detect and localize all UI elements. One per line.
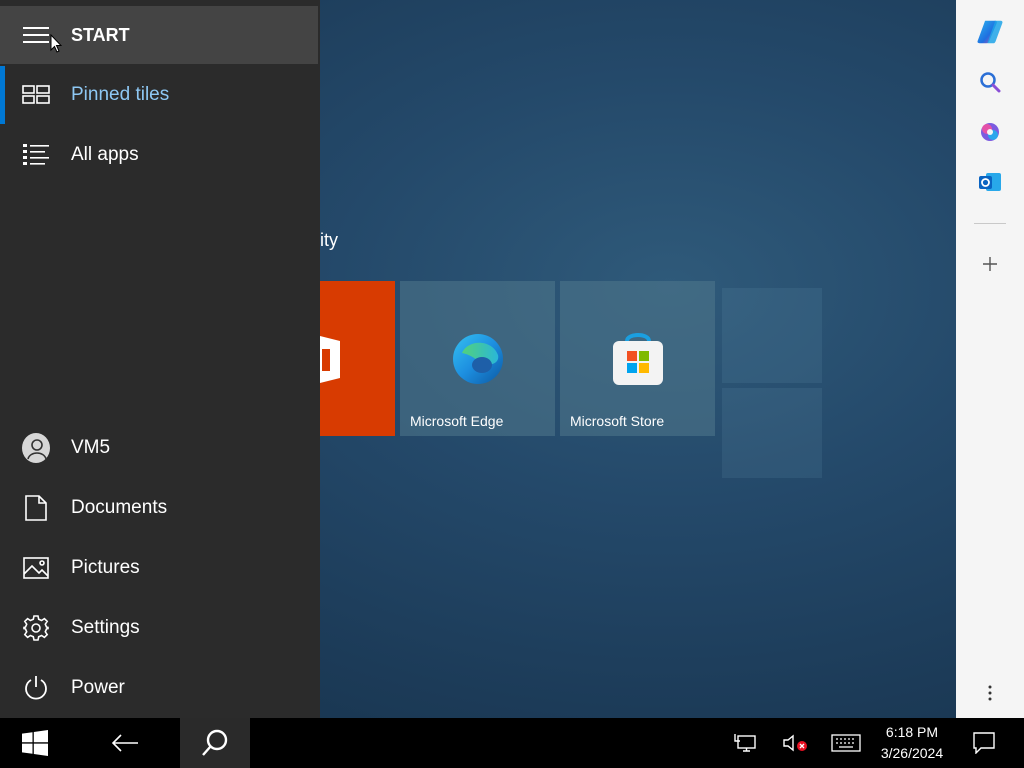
document-icon [22, 494, 50, 522]
power-label: Power [71, 677, 125, 698]
keyboard-icon [831, 734, 861, 752]
pictures-label: Pictures [71, 557, 140, 578]
clock-time: 6:18 PM [885, 724, 939, 740]
all-apps-label: All apps [71, 144, 139, 165]
user-account-item[interactable]: VM5 [0, 419, 320, 477]
user-name-label: VM5 [71, 437, 111, 458]
microsoft-store-tile[interactable]: Microsoft Store [560, 281, 715, 436]
office-tile[interactable] [320, 281, 395, 436]
pictures-item[interactable]: Pictures [0, 539, 320, 597]
office-sidebar-button[interactable] [976, 118, 1004, 146]
edge-icon [453, 334, 503, 384]
office-m365-icon [981, 123, 999, 141]
windows-logo-glow-top [722, 288, 822, 383]
microsoft-edge-tile[interactable]: Microsoft Edge [400, 281, 555, 436]
start-button[interactable] [0, 718, 70, 768]
copilot-button[interactable] [976, 18, 1004, 46]
volume-muted-icon [783, 734, 807, 752]
windows-logo-glow-bottom [722, 388, 822, 478]
search-icon [980, 72, 1001, 93]
settings-item[interactable]: Settings [0, 599, 320, 657]
tile-label: Microsoft Store [570, 413, 665, 429]
taskbar: 6:18 PM 3/26/2024 [0, 718, 1024, 768]
add-sidebar-app-button[interactable] [976, 250, 1004, 278]
network-button[interactable] [728, 718, 762, 768]
sidebar-search-button[interactable] [976, 68, 1004, 96]
clock-date: 3/26/2024 [880, 745, 944, 761]
all-apps-list-icon [22, 141, 50, 169]
documents-label: Documents [71, 497, 168, 518]
mouse-cursor [50, 34, 62, 53]
settings-label: Settings [71, 617, 140, 638]
pinned-tiles-icon [22, 81, 50, 109]
sidebar-divider [974, 223, 1006, 224]
start-header-label: START [71, 24, 130, 45]
back-button[interactable] [90, 718, 160, 768]
more-icon [988, 685, 992, 701]
network-icon [734, 734, 756, 752]
windows-start-icon [22, 730, 48, 756]
sidebar-more-button[interactable] [976, 679, 1004, 707]
action-center-button[interactable] [964, 718, 1004, 768]
outlook-sidebar-button[interactable] [976, 168, 1004, 196]
start-menu-pane: START Pinned tiles All apps VM5 Document… [0, 0, 320, 718]
store-icon [613, 333, 663, 385]
start-menu-expand-button[interactable]: START [0, 6, 318, 64]
outlook-icon [979, 173, 1001, 191]
power-icon [22, 674, 50, 702]
gear-icon [22, 614, 50, 642]
search-icon [202, 729, 228, 756]
edge-sidebar [956, 0, 1024, 718]
user-avatar [22, 433, 50, 463]
touch-keyboard-button[interactable] [826, 718, 866, 768]
add-icon [983, 257, 997, 271]
tile-group-title: ity [320, 230, 338, 250]
volume-button[interactable] [778, 718, 812, 768]
selected-accent-bar [0, 66, 5, 124]
pictures-icon [22, 554, 50, 582]
pinned-tiles-label: Pinned tiles [71, 84, 170, 105]
copilot-icon [977, 20, 1003, 44]
back-arrow-icon [111, 734, 138, 752]
office-icon [320, 336, 340, 383]
pinned-tiles-item[interactable]: Pinned tiles [0, 66, 320, 124]
documents-item[interactable]: Documents [0, 479, 320, 537]
tile-label: Microsoft Edge [410, 413, 504, 429]
taskbar-search-button[interactable] [180, 718, 250, 768]
taskbar-clock[interactable]: 6:18 PM 3/26/2024 [872, 722, 952, 764]
all-apps-item[interactable]: All apps [0, 126, 320, 184]
hamburger-menu-icon [22, 21, 50, 49]
power-item[interactable]: Power [0, 659, 320, 717]
notifications-icon [973, 732, 995, 754]
